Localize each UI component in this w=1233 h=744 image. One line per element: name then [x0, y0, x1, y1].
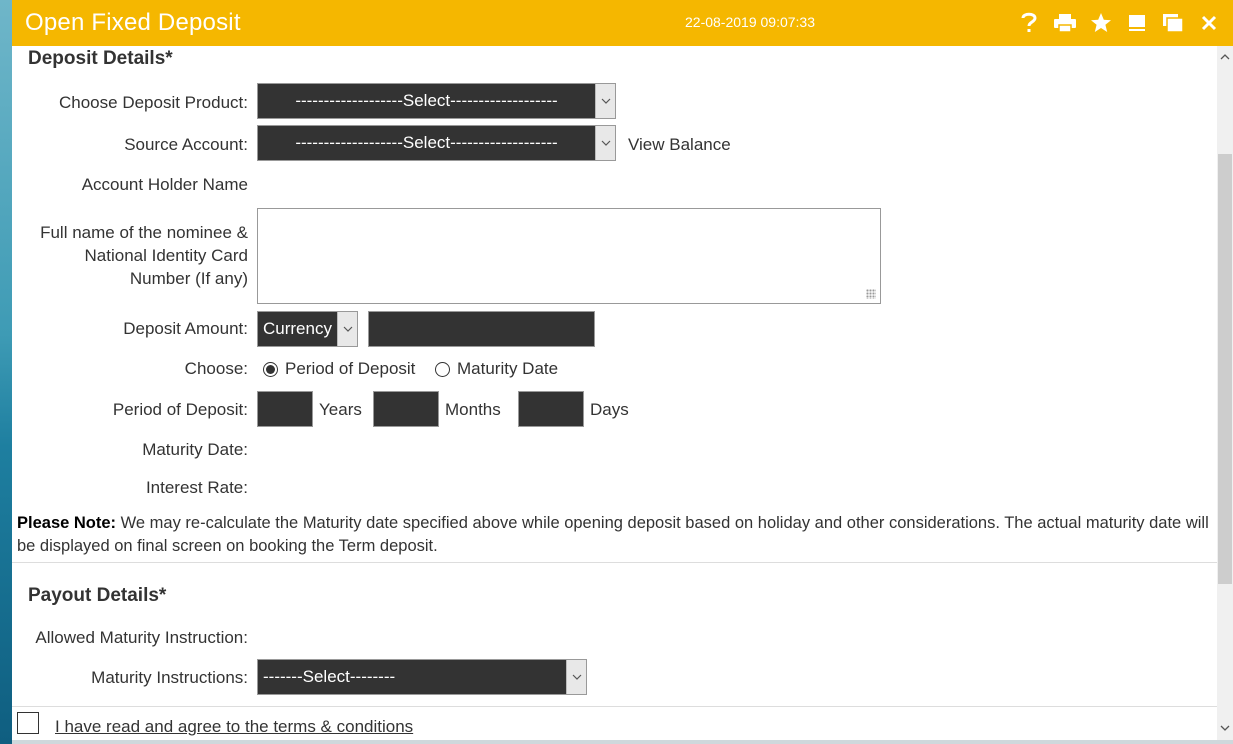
deposit-product-label: Choose Deposit Product:	[59, 93, 248, 112]
help-icon[interactable]	[1011, 8, 1047, 38]
payout-details-heading: Payout Details*	[28, 585, 167, 606]
radio-unchecked-icon	[435, 361, 450, 377]
open-fixed-deposit-window: Open Fixed Deposit 22-08-2019 09:07:33 D…	[12, 0, 1233, 740]
section-divider	[12, 562, 1217, 563]
nominee-label-line2: National Identity Card	[84, 246, 248, 265]
allowed-maturity-instruction-label: Allowed Maturity Instruction:	[35, 628, 248, 647]
vertical-scrollbar[interactable]	[1217, 46, 1233, 740]
window-title: Open Fixed Deposit	[25, 9, 241, 36]
scroll-up-icon[interactable]	[1217, 48, 1233, 66]
scrollbar-thumb[interactable]	[1218, 154, 1232, 584]
please-note-body: We may re-calculate the Maturity date sp…	[17, 514, 1209, 555]
deposit-product-value: -------------------Select---------------…	[295, 91, 558, 110]
currency-value: Currency	[263, 319, 332, 338]
years-label: Years	[319, 400, 362, 419]
maturity-date-option-label: Maturity Date	[457, 359, 559, 378]
please-note-prefix: Please Note:	[17, 514, 117, 532]
desktop-background	[0, 0, 12, 744]
source-account-label: Source Account:	[124, 135, 248, 154]
desktop-background-bottom	[12, 740, 1233, 744]
chevron-down-icon	[566, 660, 586, 694]
currency-select[interactable]: Currency	[257, 311, 358, 347]
days-label: Days	[590, 400, 629, 419]
months-label: Months	[445, 400, 501, 419]
months-input[interactable]	[373, 391, 439, 427]
close-icon[interactable]	[1191, 8, 1227, 38]
star-icon[interactable]	[1083, 8, 1119, 38]
chevron-down-icon	[595, 126, 615, 160]
period-of-deposit-option-label: Period of Deposit	[285, 359, 416, 378]
minimize-icon[interactable]	[1119, 8, 1155, 38]
terms-checkbox[interactable]	[17, 712, 39, 734]
source-account-select[interactable]: -------------------Select---------------…	[257, 125, 616, 161]
source-account-value: -------------------Select---------------…	[295, 133, 558, 152]
scroll-down-icon[interactable]	[1217, 719, 1233, 737]
period-of-deposit-label: Period of Deposit:	[112, 400, 248, 419]
years-input[interactable]	[257, 391, 313, 427]
resize-grip-icon[interactable]	[866, 289, 876, 299]
nominee-label-line3: Number (If any)	[129, 269, 248, 288]
radio-checked-icon	[263, 361, 278, 377]
deposit-amount-input[interactable]	[368, 311, 595, 347]
maturity-date-label: Maturity Date:	[142, 440, 248, 459]
datetime-display: 22-08-2019 09:07:33	[685, 14, 815, 30]
maturity-instructions-value: -------Select--------	[263, 667, 396, 686]
window-controls	[1011, 8, 1227, 38]
period-of-deposit-radio[interactable]: Period of Deposit	[263, 359, 415, 379]
terms-link[interactable]: I have read and agree to the terms & con…	[55, 717, 413, 737]
deposit-amount-label: Deposit Amount:	[123, 319, 248, 338]
chevron-down-icon	[337, 312, 357, 346]
deposit-product-select[interactable]: -------------------Select---------------…	[257, 83, 616, 119]
view-balance-link[interactable]: View Balance	[628, 135, 731, 155]
nominee-label-line1: Full name of the nominee &	[40, 223, 248, 242]
interest-rate-label: Interest Rate:	[145, 478, 248, 497]
account-holder-label: Account Holder Name	[81, 175, 248, 194]
chevron-down-icon	[595, 84, 615, 118]
please-note-text: Please Note: We may re-calculate the Mat…	[17, 512, 1217, 558]
maturity-instructions-label: Maturity Instructions:	[91, 668, 248, 687]
title-bar: Open Fixed Deposit 22-08-2019 09:07:33	[12, 0, 1233, 46]
restore-icon[interactable]	[1155, 8, 1191, 38]
form-content: Deposit Details* Choose Deposit Product:…	[12, 46, 1217, 740]
maturity-instructions-select[interactable]: -------Select--------	[257, 659, 587, 695]
print-icon[interactable]	[1047, 8, 1083, 38]
section-divider-bottom	[12, 706, 1217, 707]
maturity-date-radio[interactable]: Maturity Date	[435, 359, 558, 379]
choose-label: Choose:	[184, 359, 248, 378]
days-input[interactable]	[518, 391, 584, 427]
deposit-details-heading: Deposit Details*	[28, 48, 173, 69]
nominee-textarea[interactable]	[257, 208, 881, 304]
